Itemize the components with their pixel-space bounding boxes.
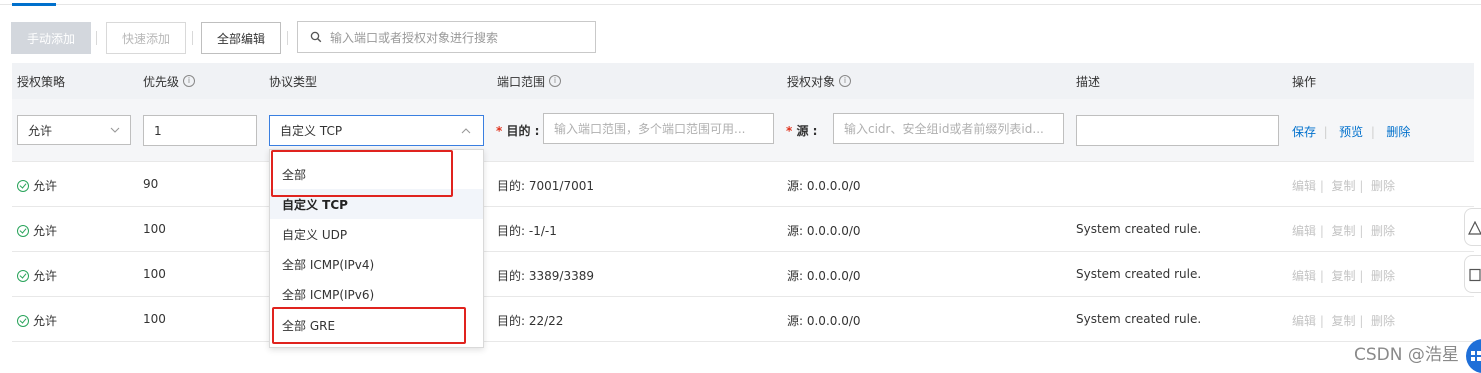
toolbar-separator: [287, 31, 288, 45]
copy-link[interactable]: 复制: [1332, 224, 1356, 238]
table-header: [12, 63, 1474, 99]
row-divider: [12, 341, 1474, 342]
row-port: 目的: 22/22: [497, 314, 564, 328]
chevron-down-icon: [110, 127, 120, 133]
column-header-protocol: 协议类型: [269, 74, 318, 89]
column-header-auth-object: 授权对象 i: [787, 63, 852, 99]
policy-select[interactable]: 允许: [17, 115, 131, 145]
manual-add-button[interactable]: 手动添加: [11, 22, 91, 54]
column-header-description: 描述: [1076, 74, 1101, 89]
row-divider: [12, 251, 1474, 252]
check-circle-icon: [17, 315, 29, 327]
row-priority: 100: [143, 267, 166, 281]
check-circle-icon: [17, 270, 29, 282]
row-policy: 允许: [17, 177, 57, 194]
protocol-select[interactable]: 自定义 TCP: [269, 115, 484, 146]
search-icon: [310, 31, 322, 43]
column-header-port-range: 端口范围 i: [497, 63, 562, 99]
info-icon[interactable]: i: [183, 75, 196, 87]
highlight-box: [271, 150, 453, 197]
src-placeholder: 输入cidr、安全组id或者前缀列表id...: [844, 122, 1044, 136]
dest-port-placeholder: 输入端口范围，多个端口范围可用...: [554, 122, 746, 136]
row-source: 源: 0.0.0.0/0: [787, 224, 861, 238]
src-input[interactable]: 输入cidr、安全组id或者前缀列表id...: [833, 113, 1064, 144]
edit-all-button[interactable]: 全部编辑: [201, 22, 281, 54]
column-header-policy: 授权策略: [17, 74, 66, 89]
dest-port-input[interactable]: 输入端口范围，多个端口范围可用...: [543, 113, 774, 144]
row-port: 目的: 7001/7001: [497, 179, 594, 193]
policy-select-value: 允许: [28, 123, 53, 138]
active-tab-indicator: [12, 3, 56, 6]
edit-link[interactable]: 编辑: [1292, 314, 1316, 328]
check-circle-icon: [17, 225, 29, 237]
row-description: System created rule.: [1076, 312, 1202, 326]
toolbar-separator: [192, 31, 193, 45]
copy-link[interactable]: 复制: [1332, 179, 1356, 193]
row-source: 源: 0.0.0.0/0: [787, 179, 861, 193]
row-policy: 允许: [17, 222, 57, 239]
edit-link[interactable]: 编辑: [1292, 269, 1316, 283]
alert-icon: [1468, 221, 1481, 235]
save-link[interactable]: 保存: [1292, 125, 1316, 139]
column-header-priority: 优先级 i: [143, 63, 196, 99]
dest-label: * 目的 :: [496, 124, 540, 138]
quick-add-button[interactable]: 快速添加: [106, 22, 186, 54]
help-float-button[interactable]: [1466, 339, 1481, 373]
search-input[interactable]: 输入端口或者授权对象进行搜索: [297, 21, 596, 53]
row-policy: 允许: [17, 267, 57, 284]
src-label: * 源 :: [786, 124, 818, 138]
preview-link[interactable]: 预览: [1339, 125, 1363, 139]
protocol-option-icmp-ipv6[interactable]: 全部 ICMP(IPv6): [270, 279, 483, 309]
row-divider: [12, 206, 1474, 207]
doc-float-button[interactable]: [1464, 255, 1481, 293]
row-divider: [12, 296, 1474, 297]
delete-link[interactable]: 删除: [1371, 179, 1395, 193]
row-source: 源: 0.0.0.0/0: [787, 269, 861, 283]
row-actions: 编辑 | 复制 | 删除: [1292, 314, 1396, 328]
info-icon[interactable]: i: [549, 75, 562, 87]
edit-link[interactable]: 编辑: [1292, 224, 1316, 238]
copy-link[interactable]: 复制: [1332, 314, 1356, 328]
row-actions: 编辑 | 复制 | 删除: [1292, 179, 1396, 193]
column-header-actions: 操作: [1292, 74, 1317, 89]
row-policy: 允许: [17, 312, 57, 329]
delete-link[interactable]: 删除: [1371, 314, 1395, 328]
priority-value: 1: [154, 123, 162, 138]
delete-link[interactable]: 删除: [1371, 269, 1395, 283]
row-priority: 100: [143, 222, 166, 236]
row-port: 目的: 3389/3389: [497, 269, 594, 283]
priority-input[interactable]: 1: [143, 115, 257, 146]
chevron-up-icon: [461, 128, 471, 134]
protocol-option-custom-udp[interactable]: 自定义 UDP: [270, 219, 483, 249]
copy-link[interactable]: 复制: [1332, 269, 1356, 283]
row-priority: 100: [143, 312, 166, 326]
feedback-float-button[interactable]: [1464, 208, 1481, 246]
edit-link[interactable]: 编辑: [1292, 179, 1316, 193]
watermark: CSDN @浩星: [1354, 345, 1459, 365]
row-port: 目的: -1/-1: [497, 224, 557, 238]
row-source: 源: 0.0.0.0/0: [787, 314, 861, 328]
check-circle-icon: [17, 180, 29, 192]
row-description: System created rule.: [1076, 222, 1202, 236]
row-actions: 编辑 | 复制 | 删除: [1292, 269, 1396, 283]
row-actions: 编辑 | 复制 | 删除: [1292, 224, 1396, 238]
document-icon: [1469, 268, 1481, 282]
row-description: System created rule.: [1076, 267, 1202, 281]
info-icon[interactable]: i: [839, 75, 852, 87]
row-priority: 90: [143, 177, 159, 191]
edit-row-actions: 保存 | 预览 | 删除: [1292, 125, 1411, 139]
search-placeholder: 输入端口或者授权对象进行搜索: [330, 30, 499, 45]
row-divider: [12, 161, 1474, 162]
toolbar-separator: [96, 31, 97, 45]
highlight-box: [272, 307, 466, 344]
grid-icon: [1471, 351, 1481, 361]
description-input[interactable]: [1076, 115, 1279, 146]
delete-link[interactable]: 删除: [1371, 224, 1395, 238]
protocol-option-icmp-ipv4[interactable]: 全部 ICMP(IPv4): [270, 249, 483, 279]
protocol-select-value: 自定义 TCP: [280, 124, 343, 138]
tab-bar-divider: [0, 4, 1481, 5]
delete-link[interactable]: 删除: [1386, 125, 1410, 139]
